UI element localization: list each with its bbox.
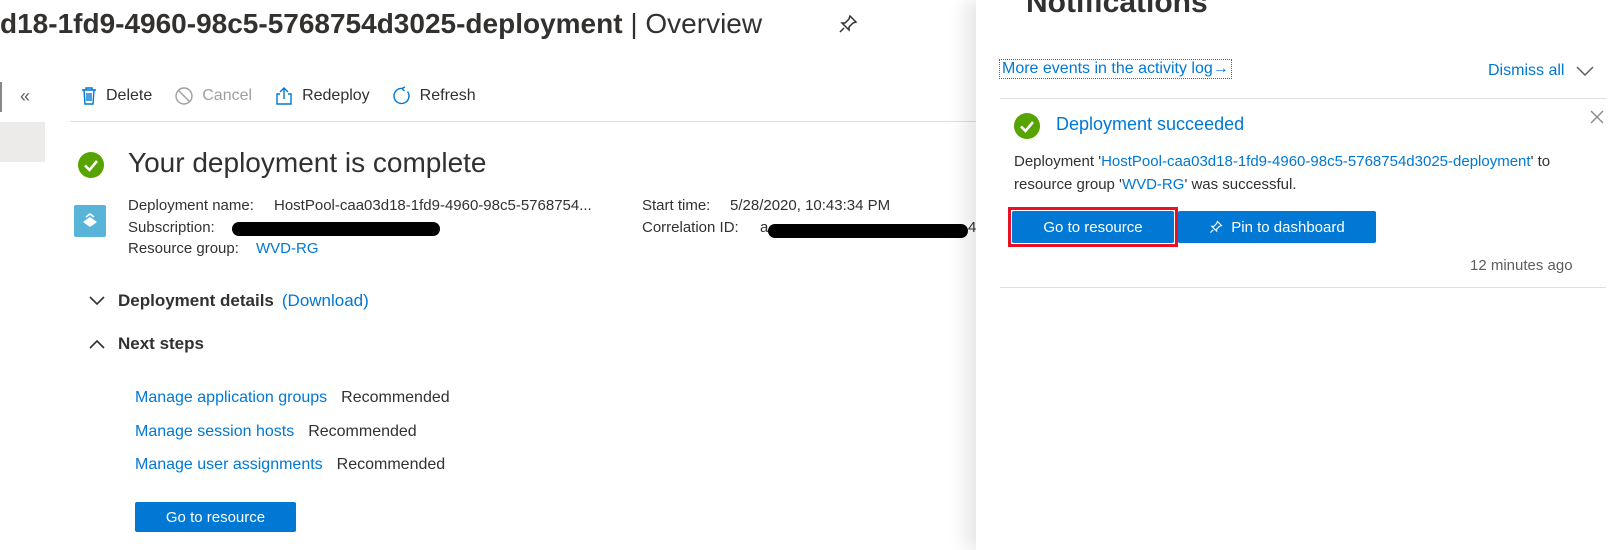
activity-log-link-label: More events in the activity log — [1002, 60, 1213, 77]
recommended-tag: Recommended — [341, 389, 450, 406]
next-steps-label: Next steps — [118, 334, 204, 353]
redeploy-button[interactable]: Redeploy — [274, 86, 370, 106]
arrow-right-icon: → — [1212, 60, 1229, 77]
subscription-label: Subscription: — [128, 219, 215, 236]
cancel-icon — [175, 87, 193, 105]
next-step-item: Manage user assignments Recommended — [135, 456, 445, 474]
search-box-edge — [0, 82, 2, 112]
highlight-box — [1008, 207, 1178, 247]
recommended-tag: Recommended — [308, 423, 417, 440]
message-suffix: ' was successful. — [1184, 176, 1297, 193]
recommended-tag: Recommended — [336, 456, 446, 473]
success-check-icon — [78, 152, 104, 183]
selected-menu-item[interactable] — [0, 122, 45, 162]
page-title: d18-1fd9-4960-98c5-5768754d3025-deployme… — [0, 8, 762, 40]
correlation-label: Correlation ID: — [642, 219, 739, 236]
pin-to-dashboard-button[interactable]: Pin to dashboard — [1178, 211, 1376, 243]
resource-group-link[interactable]: WVD-RG — [256, 240, 319, 257]
start-time-value: 5/28/2020, 10:43:34 PM — [730, 197, 891, 214]
manage-application-groups-link[interactable]: Manage application groups — [135, 389, 327, 406]
notification-message: Deployment 'HostPool-caa03d18-1fd9-4960-… — [1014, 150, 1604, 196]
start-time-row: Start time: 5/28/2020, 10:43:34 PM — [642, 197, 890, 214]
dismiss-all-button[interactable]: Dismiss all — [1488, 62, 1594, 80]
correlation-row: Correlation ID: a — [642, 219, 768, 236]
cancel-button[interactable]: Cancel — [174, 86, 252, 106]
message-prefix: Deployment ' — [1014, 153, 1102, 170]
command-bar: Delete Cancel Redeploy Refresh — [80, 86, 498, 106]
pin-icon — [1210, 220, 1223, 233]
panel-divider — [1000, 98, 1606, 99]
correlation-prefix: a — [760, 219, 769, 236]
resource-group-row: Resource group: WVD-RG — [128, 240, 319, 257]
deployment-cube-icon — [74, 205, 106, 237]
refresh-label: Refresh — [419, 87, 476, 104]
panel-divider — [1000, 287, 1606, 288]
deployment-details-label: Deployment details — [118, 291, 274, 310]
next-step-item: Manage application groups Recommended — [135, 389, 450, 407]
subscription-row: Subscription: — [128, 219, 215, 236]
download-link[interactable]: (Download) — [282, 291, 369, 311]
delete-label: Delete — [106, 87, 153, 104]
manage-session-hosts-link[interactable]: Manage session hosts — [135, 423, 294, 440]
pin-to-dashboard-label: Pin to dashboard — [1231, 218, 1345, 236]
deployment-overview-blade: d18-1fd9-4960-98c5-5768754d3025-deployme… — [0, 0, 1000, 550]
notification-timestamp: 12 minutes ago — [1470, 257, 1573, 274]
deployment-status-heading: Your deployment is complete — [128, 147, 487, 178]
chevron-down-icon — [1576, 66, 1594, 76]
close-icon[interactable] — [1590, 110, 1604, 129]
refresh-icon — [393, 86, 410, 105]
activity-log-link[interactable]: More events in the activity log→ — [999, 59, 1232, 79]
refresh-button[interactable]: Refresh — [392, 86, 476, 106]
success-check-icon — [1014, 113, 1040, 144]
deployment-name-label: Deployment name: — [128, 197, 254, 214]
toolbar-divider — [70, 121, 980, 122]
resource-group-label: Resource group: — [128, 240, 239, 257]
deployment-link[interactable]: HostPool-caa03d18-1fd9-4960-98c5-5768754… — [1101, 153, 1530, 170]
delete-button[interactable]: Delete — [80, 86, 152, 106]
trash-icon — [82, 87, 96, 105]
dismiss-all-label: Dismiss all — [1488, 62, 1565, 79]
collapse-menu-icon[interactable]: « — [20, 86, 30, 107]
redacted-subscription — [232, 222, 440, 236]
chevron-down-icon — [89, 296, 105, 306]
page-title-separator: | — [622, 8, 646, 39]
deployment-details-toggle[interactable]: Deployment details (Download) — [88, 291, 369, 311]
pin-icon[interactable] — [838, 14, 858, 39]
next-steps-toggle[interactable]: Next steps — [88, 334, 212, 354]
manage-user-assignments-link[interactable]: Manage user assignments — [135, 456, 323, 473]
page-title-section: Overview — [645, 8, 763, 39]
next-step-item: Manage session hosts Recommended — [135, 423, 417, 441]
notification-title[interactable]: Deployment succeeded — [1056, 114, 1244, 135]
upload-icon — [276, 87, 292, 105]
go-to-resource-button[interactable]: Go to resource — [135, 502, 296, 532]
deployment-name-value: HostPool-caa03d18-1fd9-4960-98c5-5768754… — [274, 197, 592, 214]
notifications-panel — [976, 0, 1624, 550]
resource-group-link[interactable]: WVD-RG — [1122, 176, 1185, 193]
notifications-title: Notifications — [1026, 0, 1208, 19]
redeploy-label: Redeploy — [302, 87, 370, 104]
start-time-label: Start time: — [642, 197, 711, 214]
redacted-correlation-id — [768, 224, 968, 238]
deployment-name-row: Deployment name: HostPool-caa03d18-1fd9-4… — [128, 197, 592, 214]
chevron-up-icon — [89, 339, 105, 349]
page-title-deployment: d18-1fd9-4960-98c5-5768754d3025-deployme… — [0, 8, 623, 39]
cancel-label: Cancel — [202, 87, 253, 104]
